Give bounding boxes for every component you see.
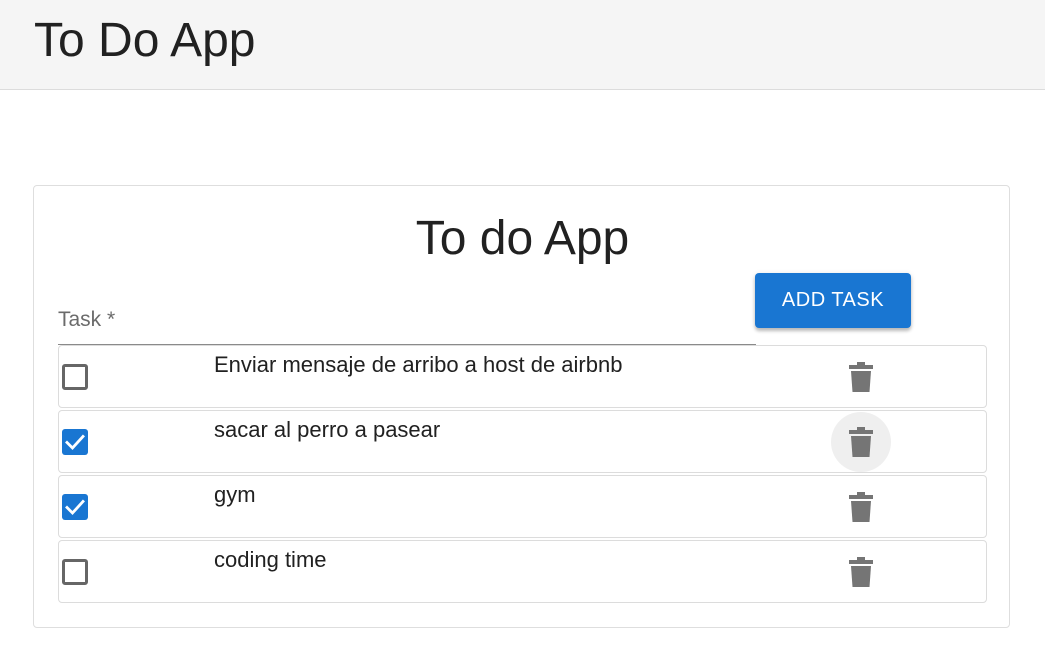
trash-icon [849,427,873,457]
task-checkbox[interactable] [62,559,88,585]
task-input[interactable] [58,294,756,345]
task-checkbox[interactable] [62,494,88,520]
task-checkbox[interactable] [62,364,88,390]
task-checkbox[interactable] [62,429,88,455]
trash-icon [849,492,873,522]
task-item: gym [58,475,987,538]
delete-task-button[interactable] [831,477,891,537]
delete-task-button[interactable] [831,347,891,407]
card-title: To do App [415,212,630,265]
task-field: Task * [58,294,756,346]
check-icon [65,434,85,451]
task-text: sacar al perro a pasear [214,417,441,442]
task-text: gym [214,482,256,507]
delete-task-button[interactable] [831,542,891,602]
trash-icon [849,557,873,587]
task-item: Enviar mensaje de arribo a host de airbn… [58,345,987,408]
task-list: Enviar mensaje de arribo a host de airbn… [58,345,987,605]
trash-icon [849,362,873,392]
app-title: To Do App [34,14,256,67]
task-item: coding time [58,540,987,603]
delete-task-button[interactable] [831,412,891,472]
add-task-button[interactable]: ADD TASK [755,273,911,328]
app-bar: To Do App [0,0,1045,90]
task-text: Enviar mensaje de arribo a host de airbn… [214,352,623,377]
task-text: coding time [214,547,327,572]
check-icon [65,499,85,516]
task-item: sacar al perro a pasear [58,410,987,473]
todo-card: To do App Task * ADD TASK Enviar mensaje… [33,185,1010,628]
